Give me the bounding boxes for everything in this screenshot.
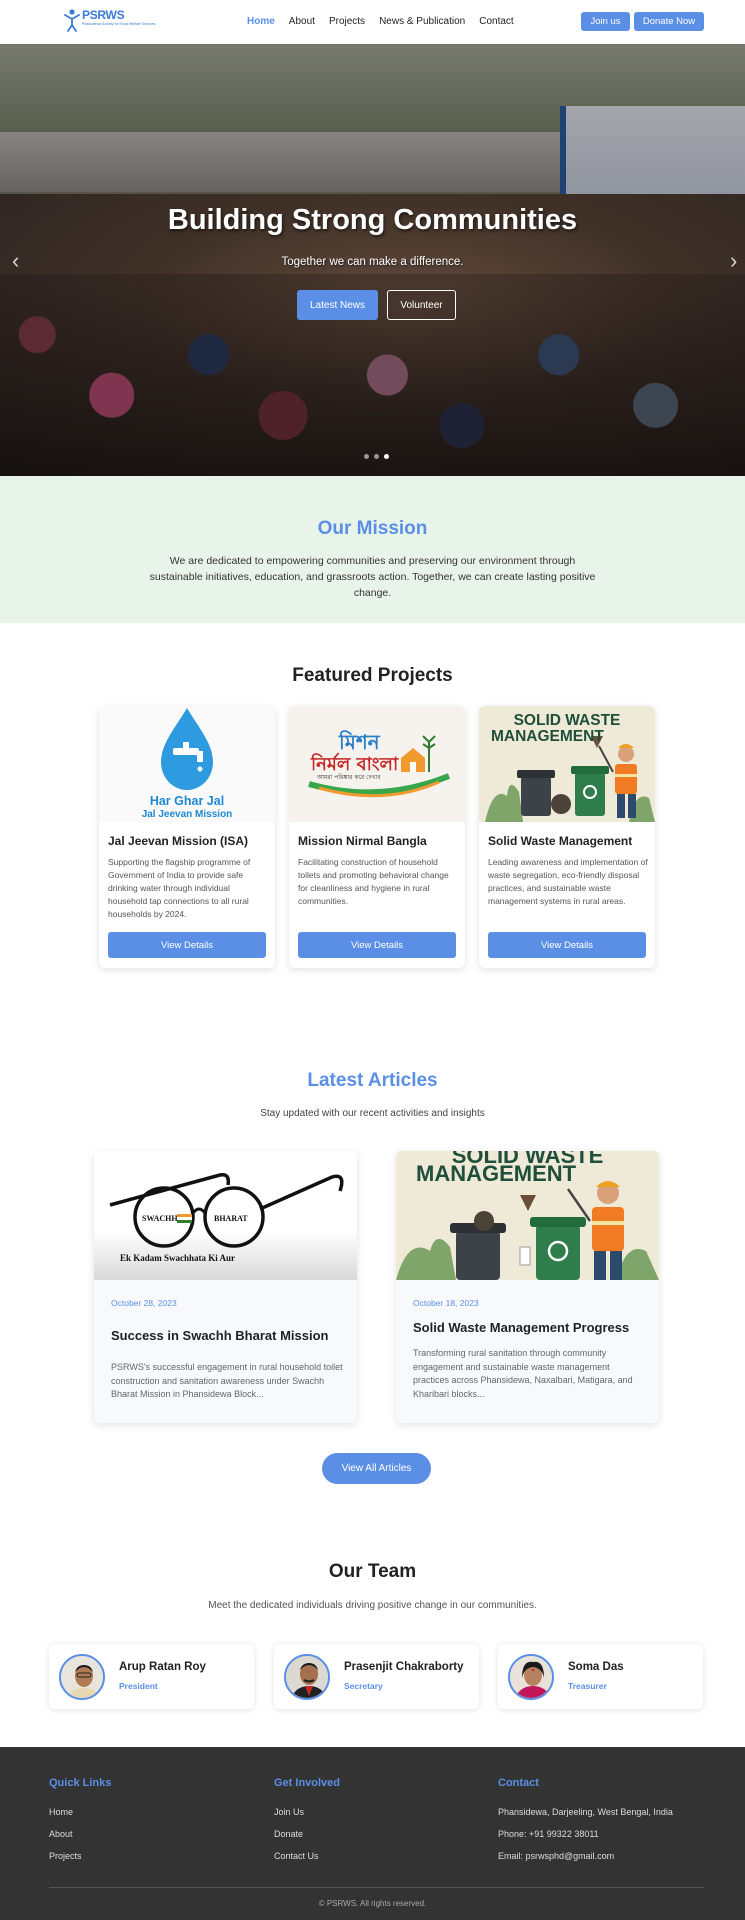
project-image-text-1: Har Ghar Jal bbox=[149, 794, 225, 808]
project-description: Facilitating construction of household t… bbox=[298, 857, 449, 906]
footer-get-involved: Get Involved Join Us Donate Contact Us bbox=[274, 1777, 340, 1867]
logo-text: PSRWS bbox=[82, 8, 125, 22]
person-portrait-icon bbox=[61, 1656, 103, 1698]
latest-articles-subtitle: Stay updated with our recent activities … bbox=[260, 1108, 485, 1119]
article-image-solid-waste: SOLID WASTE MANAGEMENT bbox=[396, 1151, 659, 1280]
view-details-button[interactable]: View Details bbox=[488, 932, 646, 958]
project-image-solid-waste: SOLID WASTE MANAGEMENT bbox=[479, 706, 655, 822]
footer-copyright: © PSRWS. All rights reserved. bbox=[318, 1899, 427, 1908]
article-title[interactable]: Solid Waste Management Progress bbox=[413, 1320, 629, 1335]
article-image-caption: Ek Kadam Swachhata Ki Aur bbox=[120, 1253, 236, 1263]
article-description: Transforming rural sanitation through co… bbox=[413, 1348, 633, 1399]
footer-address: Phansidewa, Darjeeling, West Bengal, Ind… bbox=[498, 1807, 673, 1817]
chevron-left-icon[interactable]: ‹ bbox=[12, 248, 19, 274]
logo-subtitle: Phansidewa Society for Rural Welfare Ser… bbox=[82, 22, 156, 26]
footer-link-projects[interactable]: Projects bbox=[49, 1845, 111, 1867]
team-member-name: Prasenjit Chakraborty bbox=[344, 1661, 464, 1673]
hero-subtitle: Together we can make a difference. bbox=[281, 256, 464, 268]
avatar bbox=[508, 1654, 554, 1700]
team-member-name: Soma Das bbox=[568, 1661, 624, 1673]
our-team-title: Our Team bbox=[328, 1561, 417, 1582]
mission-section: Our Mission We are dedicated to empoweri… bbox=[0, 476, 745, 623]
logo-figure-icon bbox=[64, 9, 80, 32]
footer-link-about[interactable]: About bbox=[49, 1823, 111, 1845]
footer-heading: Contact bbox=[498, 1777, 539, 1789]
project-card-jal-jeevan: Har Ghar Jal Jal Jeevan Mission Jal Jeev… bbox=[99, 706, 275, 968]
article-card-solid-waste[interactable]: SOLID WASTE MANAGEMENT October 18, 2023 … bbox=[396, 1151, 659, 1423]
footer-heading: Quick Links bbox=[49, 1777, 112, 1789]
chevron-right-icon[interactable]: › bbox=[730, 248, 737, 274]
article-date: October 28, 2023 bbox=[111, 1298, 177, 1308]
team-card-treasurer: Soma Das Treasurer bbox=[498, 1644, 703, 1709]
mission-text: We are dedicated to empowering communiti… bbox=[149, 555, 596, 599]
article-image-text-2: MANAGEMENT bbox=[416, 1161, 577, 1186]
project-name: Mission Nirmal Bangla bbox=[298, 834, 427, 848]
article-date: October 18, 2023 bbox=[413, 1298, 479, 1308]
project-image-jal-jeevan: Har Ghar Jal Jal Jeevan Mission bbox=[99, 706, 275, 822]
our-team-subtitle: Meet the dedicated individuals driving p… bbox=[208, 1600, 537, 1611]
footer-link-home[interactable]: Home bbox=[49, 1801, 111, 1823]
site-logo[interactable]: PSRWS Phansidewa Society for Rural Welfa… bbox=[64, 8, 155, 32]
team-card-secretary: Prasenjit Chakraborty Secretary bbox=[274, 1644, 479, 1709]
footer-heading: Get Involved bbox=[274, 1777, 341, 1789]
footer-link-donate[interactable]: Donate bbox=[274, 1823, 340, 1845]
nav-link-projects[interactable]: Projects bbox=[329, 16, 365, 27]
nav-link-news[interactable]: News & Publication bbox=[379, 16, 465, 27]
join-us-button[interactable]: Join us bbox=[581, 12, 630, 31]
view-details-button[interactable]: View Details bbox=[298, 932, 456, 958]
project-card-solid-waste: SOLID WASTE MANAGEMENT Solid Waste Manag… bbox=[479, 706, 655, 968]
footer-link-contact-us[interactable]: Contact Us bbox=[274, 1845, 340, 1867]
mission-title: Our Mission bbox=[317, 518, 428, 539]
footer-link-join-us[interactable]: Join Us bbox=[274, 1801, 340, 1823]
article-description: PSRWS's successful engagement in rural h… bbox=[111, 1362, 343, 1399]
top-navbar: PSRWS Phansidewa Society for Rural Welfa… bbox=[0, 0, 745, 44]
project-image-nirmal-bangla: মিশন নির্মল বাংলা আমরা পরিষ্কার করে দেখা… bbox=[289, 706, 465, 822]
nav-menu: Home About Projects News & Publication C… bbox=[247, 16, 514, 27]
latest-news-button[interactable]: Latest News bbox=[297, 290, 378, 320]
project-image-text-3: আমরা পরিষ্কার করে দেখাব bbox=[317, 774, 381, 781]
footer-divider bbox=[49, 1887, 704, 1888]
avatar bbox=[284, 1654, 330, 1700]
person-portrait-icon bbox=[510, 1656, 552, 1698]
project-card-nirmal-bangla: মিশন নির্মল বাংলা আমরা পরিষ্কার করে দেখা… bbox=[289, 706, 465, 968]
team-member-role: Secretary bbox=[344, 1681, 383, 1691]
team-member-name: Arup Ratan Roy bbox=[119, 1661, 206, 1673]
featured-projects-title: Featured Projects bbox=[292, 665, 453, 686]
latest-articles-title: Latest Articles bbox=[307, 1070, 438, 1091]
donate-now-button[interactable]: Donate Now bbox=[634, 12, 704, 31]
team-member-role: President bbox=[119, 1681, 158, 1691]
site-footer: Quick Links Home About Projects Get Invo… bbox=[0, 1747, 745, 1920]
footer-phone: Phone: +91 99322 38011 bbox=[498, 1829, 599, 1839]
carousel-dot-3[interactable] bbox=[384, 454, 389, 459]
footer-quick-links: Quick Links Home About Projects bbox=[49, 1777, 111, 1867]
article-image-text-right: BHARAT bbox=[214, 1214, 248, 1223]
article-title[interactable]: Success in Swachh Bharat Mission bbox=[111, 1328, 328, 1343]
carousel-indicators bbox=[364, 454, 389, 459]
nav-link-contact[interactable]: Contact bbox=[479, 16, 513, 27]
footer-contact: Contact Phansidewa, Darjeeling, West Ben… bbox=[498, 1777, 673, 1867]
footer-email[interactable]: Email: psrwsphd@gmail.com bbox=[498, 1845, 673, 1867]
article-image-text-left: SWACHH bbox=[142, 1214, 178, 1223]
project-description: Leading awareness and implementation of … bbox=[488, 857, 648, 906]
view-all-articles-button[interactable]: View All Articles bbox=[322, 1453, 431, 1484]
person-portrait-icon bbox=[286, 1656, 328, 1698]
article-card-swachh-bharat[interactable]: SWACHH BHARAT Ek Kadam Swachhata Ki Aur … bbox=[94, 1151, 357, 1423]
carousel-dot-2[interactable] bbox=[374, 454, 379, 459]
team-member-role: Treasurer bbox=[568, 1681, 607, 1691]
project-description: Supporting the flagship programme of Gov… bbox=[108, 857, 251, 919]
project-name: Jal Jeevan Mission (ISA) bbox=[108, 834, 249, 848]
team-card-president: Arup Ratan Roy President bbox=[49, 1644, 254, 1709]
project-name: Solid Waste Management bbox=[488, 834, 633, 848]
project-image-text-2: MANAGEMENT bbox=[491, 728, 604, 745]
hero-title: Building Strong Communities bbox=[167, 204, 578, 236]
hero-carousel: Building Strong Communities Together we … bbox=[0, 44, 745, 476]
carousel-dot-1[interactable] bbox=[364, 454, 369, 459]
view-details-button[interactable]: View Details bbox=[108, 932, 266, 958]
nav-link-home[interactable]: Home bbox=[247, 16, 275, 27]
article-image-swachh-bharat: SWACHH BHARAT Ek Kadam Swachhata Ki Aur bbox=[94, 1151, 357, 1280]
avatar bbox=[59, 1654, 105, 1700]
nav-link-about[interactable]: About bbox=[289, 16, 315, 27]
project-image-text-2: Jal Jeevan Mission bbox=[141, 809, 233, 820]
volunteer-button[interactable]: Volunteer bbox=[387, 290, 456, 320]
